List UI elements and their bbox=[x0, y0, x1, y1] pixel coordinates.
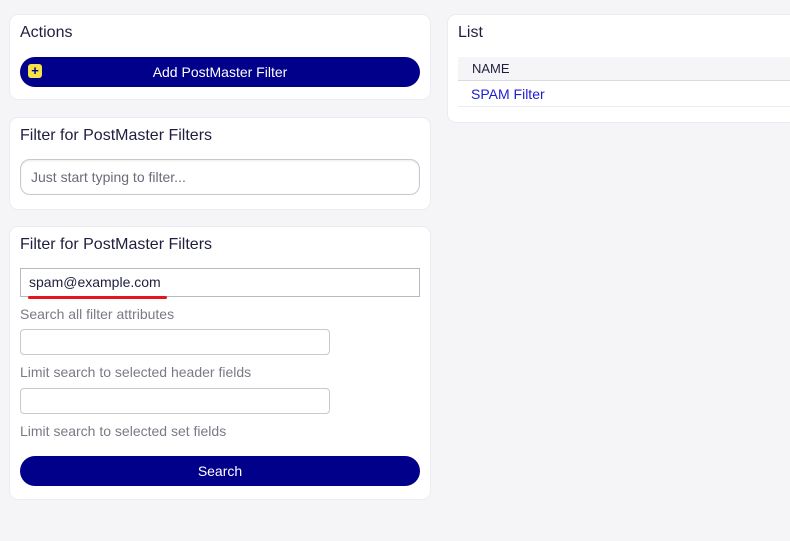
plus-square-icon: + bbox=[28, 64, 42, 78]
list-panel: List NAME SPAM Filter bbox=[448, 15, 790, 122]
header-fields-label: Limit search to selected header fields bbox=[20, 364, 252, 380]
search-filter-panel: Filter for PostMaster Filters spam@examp… bbox=[10, 227, 430, 499]
list-title: List bbox=[458, 24, 483, 41]
spam-filter-link[interactable]: SPAM Filter bbox=[471, 86, 545, 102]
actions-panel: Actions + Add PostMaster Filter bbox=[10, 15, 430, 99]
search-button[interactable]: Search bbox=[20, 456, 420, 486]
search-filter-title: Filter for PostMaster Filters bbox=[20, 236, 213, 253]
quick-filter-panel: Filter for PostMaster Filters Just start… bbox=[10, 118, 430, 209]
add-postmaster-filter-label: Add PostMaster Filter bbox=[152, 64, 288, 80]
search-all-label: Search all filter attributes bbox=[20, 306, 175, 322]
column-header-name[interactable]: NAME bbox=[458, 57, 790, 81]
highlight-underline bbox=[28, 296, 167, 299]
header-fields-input[interactable] bbox=[20, 329, 330, 355]
set-fields-input[interactable] bbox=[20, 388, 330, 414]
table-row[interactable]: SPAM Filter bbox=[458, 82, 790, 107]
search-email-input[interactable]: spam@example.com bbox=[20, 268, 420, 297]
set-fields-label: Limit search to selected set fields bbox=[20, 423, 227, 439]
actions-title: Actions bbox=[20, 24, 73, 41]
quick-filter-title: Filter for PostMaster Filters bbox=[20, 127, 213, 144]
add-postmaster-filter-button[interactable]: + Add PostMaster Filter bbox=[20, 57, 420, 87]
quick-filter-input[interactable]: Just start typing to filter... bbox=[20, 159, 420, 195]
